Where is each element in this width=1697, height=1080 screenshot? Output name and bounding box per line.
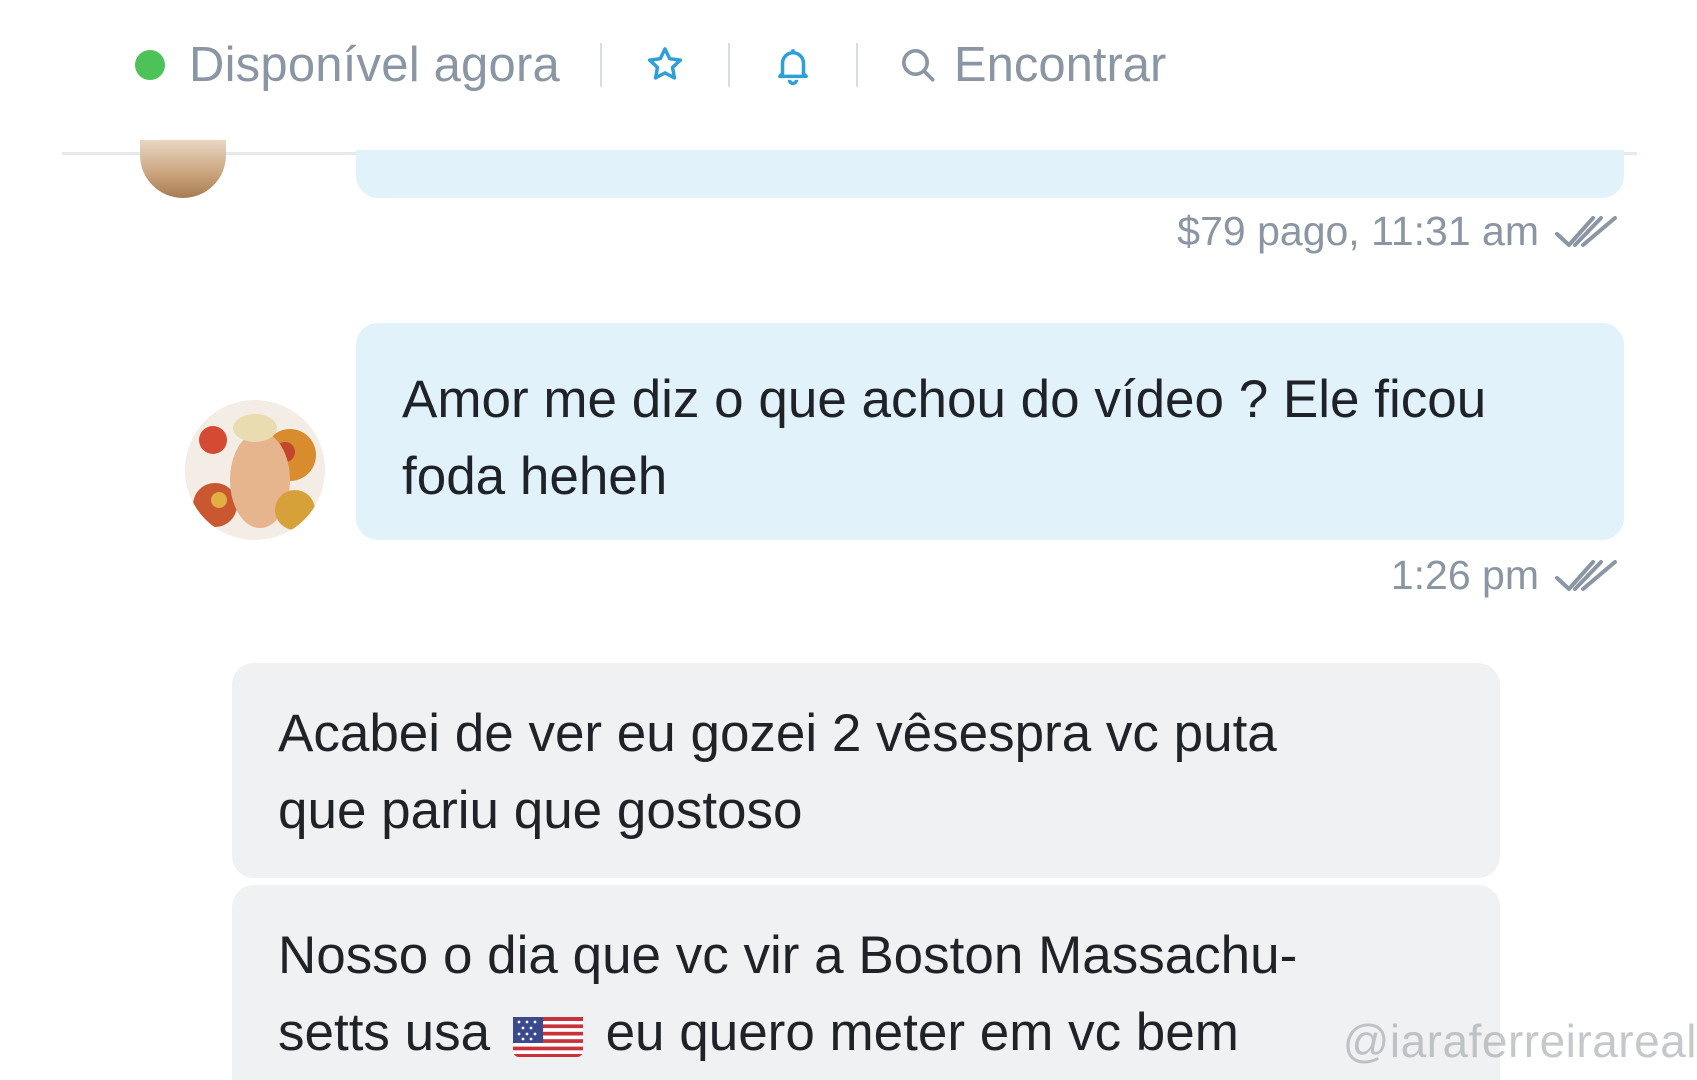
notifications-button[interactable]	[770, 42, 816, 88]
search-icon	[901, 49, 935, 82]
double-check-icon	[1553, 212, 1623, 252]
avatar	[140, 140, 226, 198]
status-label: Disponível agora	[189, 38, 560, 92]
header-separator	[599, 43, 602, 87]
double-check-icon	[1553, 556, 1623, 596]
avatar[interactable]	[185, 400, 325, 540]
paid-meta-text: $79 pago, 11:31 am	[1177, 208, 1539, 254]
message-meta-time: 1:26 pm	[1391, 552, 1623, 599]
message-text-line: foda heheh	[402, 447, 668, 506]
us-flag-icon	[512, 1009, 583, 1057]
header-separator	[855, 43, 858, 87]
message-text-line: Amor me diz o que achou do vídeo ? Ele f…	[402, 370, 1487, 429]
chat-header: Disponível agora Encontrar	[135, 30, 1166, 100]
message-text-fragment: eu quero meter em vc bem	[605, 1003, 1239, 1062]
incoming-message-bubble[interactable]: Acabei de ver eu gozei 2 vêsespra vc put…	[232, 663, 1500, 878]
message-text-line: Nosso o dia que vc vir a Boston Massachu…	[278, 926, 1298, 985]
previous-message-bubble[interactable]	[356, 150, 1624, 198]
star-icon	[647, 47, 683, 80]
online-status-dot	[135, 50, 165, 80]
message-text-line: Acabei de ver eu gozei 2 vêsespra vc put…	[278, 704, 1277, 763]
bell-icon	[778, 49, 808, 86]
find-button[interactable]: Encontrar	[898, 37, 1166, 93]
chat-screen: Disponível agora Encontrar $79 pago, 11:…	[0, 0, 1697, 1080]
message-text-line: que pariu que gostoso	[278, 781, 803, 840]
find-label: Encontrar	[953, 38, 1167, 92]
message-text-fragment: setts usa	[278, 1003, 491, 1062]
header-separator	[727, 43, 730, 87]
message-meta-paid: $79 pago, 11:31 am	[1177, 208, 1623, 255]
incoming-message-bubble[interactable]: Nosso o dia que vc vir a Boston Massachu…	[232, 885, 1500, 1080]
outgoing-message-bubble[interactable]: Amor me diz o que achou do vídeo ? Ele f…	[356, 323, 1624, 540]
message-time: 1:26 pm	[1390, 552, 1539, 598]
favorite-button[interactable]	[642, 42, 688, 88]
message-text-line: setts usa eu quero meter em vc bem	[278, 994, 1456, 1071]
watermark: @iaraferreirareal	[1342, 1015, 1697, 1067]
